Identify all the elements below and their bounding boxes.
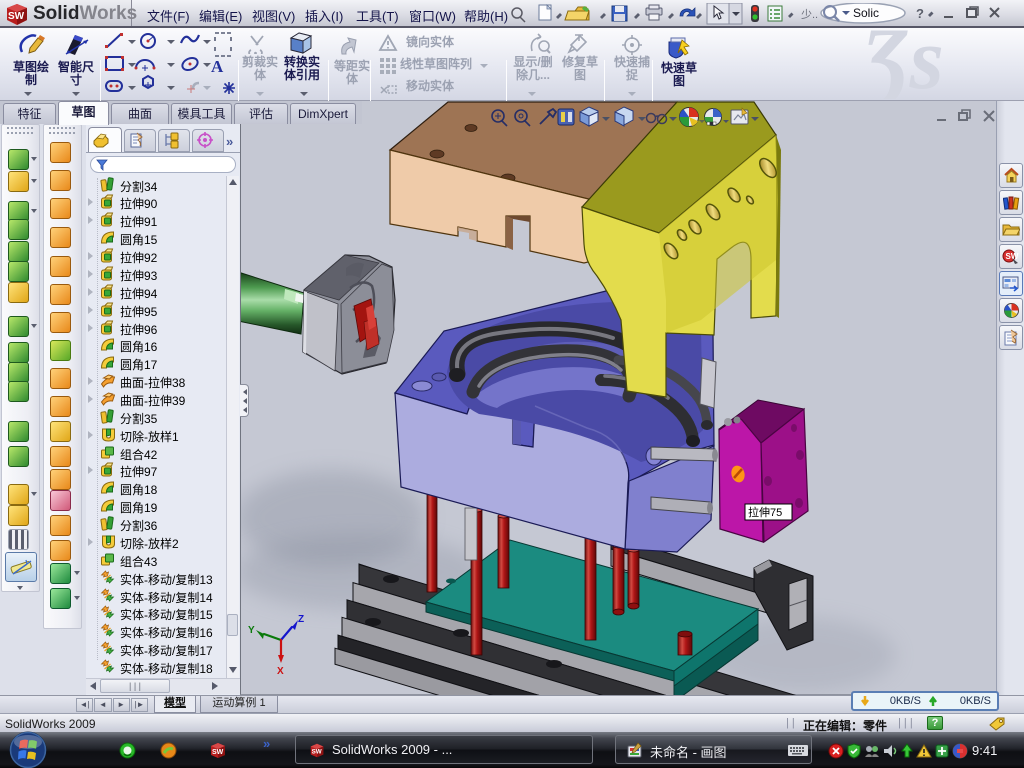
svg-text:SW: SW [1006, 252, 1019, 261]
svg-text:少..: 少.. [801, 8, 818, 21]
svg-text:Z: Z [298, 614, 304, 625]
svg-text:SW: SW [212, 749, 224, 756]
svg-text:Solic: Solic [853, 6, 879, 20]
svg-text:SW: SW [8, 11, 25, 22]
svg-text:SW: SW [312, 749, 322, 756]
svg-text:Y: Y [248, 625, 255, 636]
svg-text:?: ? [916, 6, 924, 21]
svg-text:A: A [211, 57, 224, 76]
svg-text:X: X [277, 666, 284, 677]
svg-text:拉伸75: 拉伸75 [748, 505, 782, 519]
